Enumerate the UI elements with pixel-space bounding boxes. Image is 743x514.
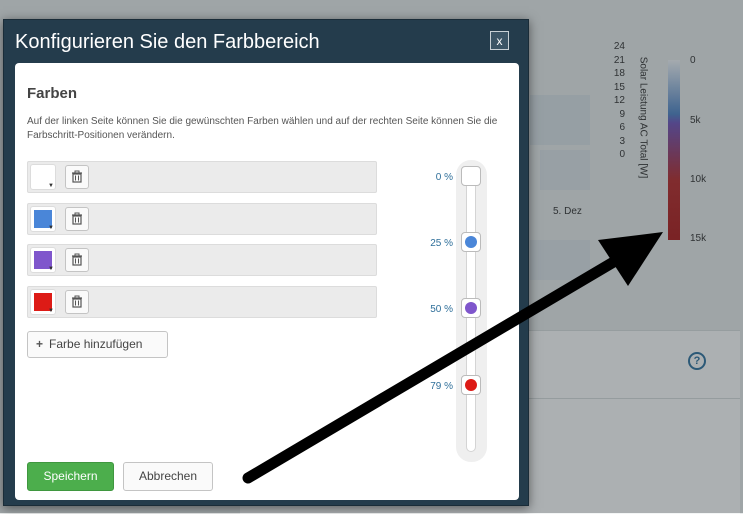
annotation-arrow (242, 232, 663, 484)
